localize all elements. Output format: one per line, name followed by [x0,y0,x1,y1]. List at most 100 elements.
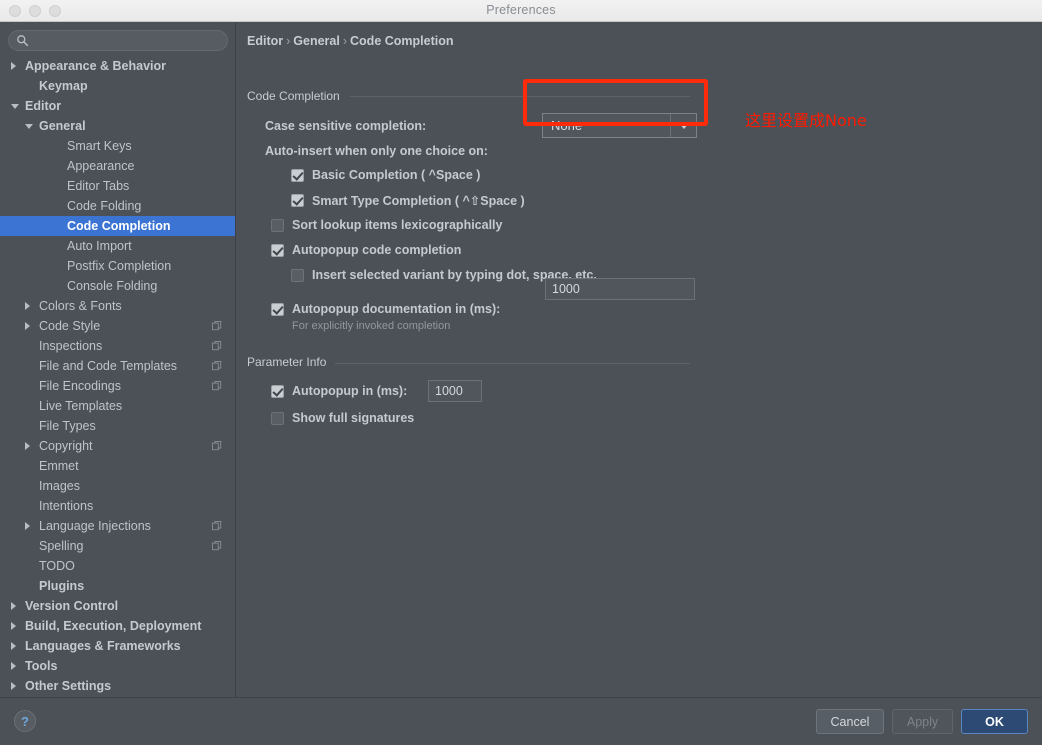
chevron-right-icon[interactable] [11,622,16,630]
sidebar-item-auto-import[interactable]: Auto Import [0,236,235,256]
case-sensitive-completion-dropdown[interactable]: None [542,113,697,138]
section-divider-code-completion [350,96,690,97]
breadcrumb-separator-2: › [342,34,348,48]
chevron-right-icon[interactable] [11,662,16,670]
section-divider-parameter-info [335,363,690,364]
copy-icon[interactable] [212,321,222,331]
checkbox-autopopup-code-completion[interactable] [271,243,284,257]
sidebar-item-label: Editor Tabs [67,179,130,193]
sidebar-item-editor-tabs[interactable]: Editor Tabs [0,176,235,196]
sidebar-item-tools[interactable]: Tools [0,656,235,676]
chevron-down-icon[interactable] [11,104,19,109]
sidebar-item-colors-fonts[interactable]: Colors & Fonts [0,296,235,316]
dropdown-button[interactable] [670,114,696,137]
sidebar-item-file-and-code-templates[interactable]: File and Code Templates [0,356,235,376]
checkbox-sort-lookup-items[interactable] [271,218,284,232]
param-autopopup-delay-input[interactable] [428,380,482,402]
checkbox-smart-type-completion[interactable] [291,194,304,207]
sidebar-item-code-style[interactable]: Code Style [0,316,235,336]
sidebar-item-label: Smart Keys [67,139,132,153]
sidebar-item-label: General [39,119,86,133]
checkbox-show-full-signatures[interactable] [271,411,284,425]
sidebar-item-plugins[interactable]: Plugins [0,576,235,596]
sidebar-item-keymap[interactable]: Keymap [0,76,235,96]
chevron-right-icon[interactable] [11,682,16,690]
cancel-button[interactable]: Cancel [816,709,884,734]
case-sensitive-completion-value: None [551,118,583,133]
checkbox-row-smart-type-completion[interactable]: Smart Type Completion ( ^⇧Space ) [291,193,525,208]
checkbox-row-param-autopopup[interactable]: Autopopup in (ms): [271,384,407,398]
sidebar-item-emmet[interactable]: Emmet [0,456,235,476]
sidebar-item-label: Postfix Completion [67,259,172,273]
checkbox-param-autopopup[interactable] [271,384,284,398]
sidebar-item-file-encodings[interactable]: File Encodings [0,376,235,396]
sidebar-item-build-execution-deployment[interactable]: Build, Execution, Deployment [0,616,235,636]
chevron-right-icon[interactable] [25,322,30,330]
checkbox-row-show-full-signatures[interactable]: Show full signatures [271,411,414,425]
chevron-right-icon[interactable] [11,602,16,610]
checkbox-row-basic-completion[interactable]: Basic Completion ( ^Space ) [291,168,480,182]
sidebar-item-version-control[interactable]: Version Control [0,596,235,616]
sidebar-item-label: Appearance & Behavior [25,59,167,73]
autopopup-documentation-delay-input[interactable] [545,278,695,300]
chevron-right-icon[interactable] [11,62,16,70]
sidebar-item-label: Plugins [39,579,85,593]
breadcrumb-item-editor[interactable]: Editor [247,34,283,48]
sidebar-item-inspections[interactable]: Inspections [0,336,235,356]
breadcrumb-separator-1: › [286,34,291,48]
copy-icon[interactable] [212,541,222,551]
sidebar-item-intentions[interactable]: Intentions [0,496,235,516]
sidebar-item-language-injections[interactable]: Language Injections [0,516,235,536]
sidebar-item-code-folding[interactable]: Code Folding [0,196,235,216]
copy-icon[interactable] [212,381,222,391]
sidebar-item-label: Code Completion [67,219,171,233]
checkbox-label-autopopup-documentation: Autopopup documentation in (ms): [292,302,501,316]
breadcrumb: Editor › General › Code Completion [247,34,453,48]
sidebar-item-other-settings[interactable]: Other Settings [0,676,235,696]
sidebar-item-spelling[interactable]: Spelling [0,536,235,556]
checkbox-autopopup-documentation[interactable] [271,302,284,316]
sidebar-item-label: Colors & Fonts [39,299,122,313]
sidebar-item-live-templates[interactable]: Live Templates [0,396,235,416]
copy-icon[interactable] [212,521,222,531]
sidebar-item-console-folding[interactable]: Console Folding [0,276,235,296]
sidebar-item-copyright[interactable]: Copyright [0,436,235,456]
sidebar-item-appearance-behavior[interactable]: Appearance & Behavior [0,56,235,76]
chevron-right-icon[interactable] [25,442,30,450]
help-button[interactable]: ? [14,710,36,732]
copy-icon[interactable] [212,361,222,371]
checkbox-row-sort-lookup-items[interactable]: Sort lookup items lexicographically [271,218,502,232]
checkbox-row-autopopup-documentation[interactable]: Autopopup documentation in (ms): [271,302,500,316]
chevron-down-icon[interactable] [25,124,33,129]
checkbox-insert-selected-variant[interactable] [291,268,304,282]
search-input[interactable] [8,30,228,51]
footer-bar [0,697,1042,745]
sidebar-item-label: Version Control [25,599,119,613]
sidebar-item-postfix-completion[interactable]: Postfix Completion [0,256,235,276]
sidebar-item-languages-frameworks[interactable]: Languages & Frameworks [0,636,235,656]
checkbox-basic-completion[interactable] [291,168,304,182]
sidebar-item-general[interactable]: General [0,116,235,136]
sidebar-item-smart-keys[interactable]: Smart Keys [0,136,235,156]
sidebar-item-label: Emmet [39,459,79,473]
ok-button[interactable]: OK [961,709,1028,734]
copy-icon[interactable] [212,441,222,451]
annotation-text: 这里设置成None [745,111,867,130]
checkbox-row-autopopup-code-completion[interactable]: Autopopup code completion [271,243,461,257]
sidebar-item-label: File and Code Templates [39,359,178,373]
sidebar-item-images[interactable]: Images [0,476,235,496]
sidebar-item-appearance[interactable]: Appearance [0,156,235,176]
sidebar-item-editor[interactable]: Editor [0,96,235,116]
chevron-right-icon[interactable] [25,522,30,530]
case-sensitive-completion-label: Case sensitive completion: [265,119,427,133]
settings-detail-panel: Editor › General › Code Completion Code Comp… [237,22,1042,697]
sidebar-item-todo[interactable]: TODO [0,556,235,576]
chevron-right-icon[interactable] [11,642,16,650]
chevron-right-icon[interactable] [25,302,30,310]
sidebar-item-label: File Types [39,419,96,433]
breadcrumb-item-general[interactable]: General [293,34,340,48]
sidebar-item-code-completion[interactable]: Code Completion [0,216,235,236]
copy-icon[interactable] [212,341,222,351]
settings-tree[interactable]: Appearance & Behavior Keymap Editor General… [0,56,235,697]
sidebar-item-file-types[interactable]: File Types [0,416,235,436]
